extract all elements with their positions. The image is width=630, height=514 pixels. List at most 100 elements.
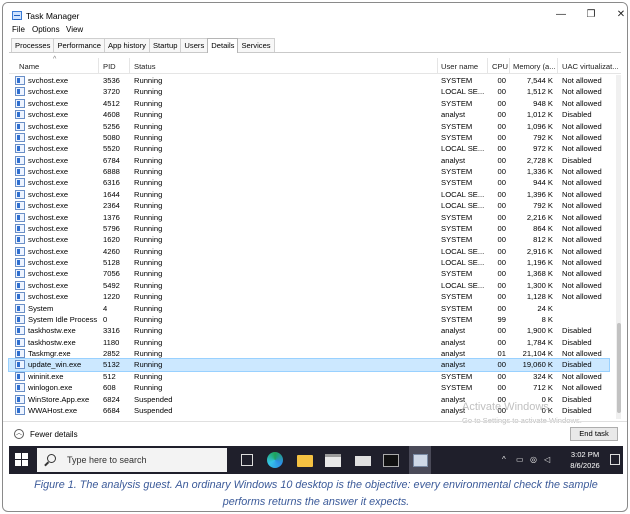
windows-start-icon[interactable] xyxy=(15,453,28,466)
table-row[interactable]: svchost.exe 5796 Running SYSTEM 00 864 K Not a… xyxy=(9,223,609,234)
chevron-up-icon[interactable]: ︿ xyxy=(14,429,24,439)
cpu-cell: 00 xyxy=(497,258,506,267)
task-manager-taskbar-icon[interactable] xyxy=(409,446,431,474)
mail-icon[interactable] xyxy=(355,456,371,466)
minimize-button[interactable]: — xyxy=(546,7,576,23)
tab-services[interactable]: Services xyxy=(237,38,275,52)
globe-icon[interactable]: ◎ xyxy=(530,455,537,464)
process-name-cell: svchost.exe xyxy=(28,269,69,279)
status-cell: Running xyxy=(134,337,163,347)
fewer-details-link[interactable]: Fewer details xyxy=(30,430,78,439)
table-row[interactable]: svchost.exe 4260 Running LOCAL SE... 00 2,916… xyxy=(9,246,609,257)
network-icon[interactable]: ▭ xyxy=(516,455,524,464)
user-cell: LOCAL SE... xyxy=(441,280,485,290)
table-row[interactable]: update_win.exe 5132 Running analyst 00 19,060… xyxy=(8,358,610,372)
table-row[interactable]: svchost.exe 1620 Running SYSTEM 00 812 K Not a… xyxy=(9,234,609,245)
tab-users[interactable]: Users xyxy=(180,38,209,52)
pid-cell: 1620 xyxy=(103,235,120,245)
menu-options[interactable]: Options xyxy=(32,25,60,34)
column-divider[interactable] xyxy=(557,58,558,74)
menu-file[interactable]: File xyxy=(12,25,25,34)
table-row[interactable]: System 4 Running SYSTEM 00 24 K xyxy=(9,303,609,314)
edge-browser-icon[interactable] xyxy=(267,452,283,468)
table-row[interactable]: svchost.exe 4608 Running analyst 00 1,012 K Di… xyxy=(9,109,609,120)
table-row[interactable]: svchost.exe 1644 Running LOCAL SE... 00 1,396… xyxy=(9,189,609,200)
taskbar-search-box[interactable]: Type here to search xyxy=(37,448,227,472)
user-cell: analyst xyxy=(441,337,466,347)
table-row[interactable]: svchost.exe 5492 Running LOCAL SE... 00 1,300… xyxy=(9,280,609,291)
volume-icon[interactable]: ◁ xyxy=(544,455,550,464)
table-row[interactable]: svchost.exe 6316 Running SYSTEM 00 944 K Not a… xyxy=(9,177,609,188)
cpu-cell: 01 xyxy=(497,349,506,358)
uac-cell: Not allowed xyxy=(562,121,602,131)
command-prompt-icon[interactable] xyxy=(383,454,399,467)
file-explorer-icon[interactable] xyxy=(297,455,313,467)
column-divider[interactable] xyxy=(129,58,130,74)
pid-cell: 1644 xyxy=(103,189,120,199)
close-button[interactable]: ✕ xyxy=(606,7,627,23)
column-header-pid[interactable]: PID xyxy=(103,62,116,71)
status-cell: Suspended xyxy=(134,405,173,415)
tab-processes[interactable]: Processes xyxy=(11,38,55,52)
table-row[interactable]: svchost.exe 1376 Running SYSTEM 00 2,216 K Not… xyxy=(9,212,609,223)
column-divider[interactable] xyxy=(487,58,488,74)
column-header-status[interactable]: Status xyxy=(134,62,156,71)
table-row[interactable]: wininit.exe 512 Running SYSTEM 00 324 K Not al… xyxy=(9,371,609,382)
column-header-uac[interactable]: UAC virtualizat... xyxy=(562,62,619,71)
table-row[interactable]: System Idle Process 0 Running SYSTEM 99 8 K xyxy=(9,314,609,325)
table-row[interactable]: svchost.exe 5128 Running LOCAL SE... 00 1,196… xyxy=(9,257,609,268)
pid-cell: 4260 xyxy=(103,246,120,256)
tab-details[interactable]: Details xyxy=(207,38,239,53)
table-row[interactable]: svchost.exe 1220 Running SYSTEM 00 1,128 K Not… xyxy=(9,291,609,302)
process-name-cell: System xyxy=(28,303,54,313)
table-row[interactable]: svchost.exe 6784 Running analyst 00 2,728 K Di… xyxy=(9,155,609,166)
notification-icon[interactable] xyxy=(610,454,620,465)
menu-view[interactable]: View xyxy=(66,25,83,34)
table-row[interactable]: svchost.exe 5520 Running LOCAL SE... 00 972 K… xyxy=(9,143,609,154)
table-row[interactable]: svchost.exe 3536 Running SYSTEM 00 7,544 K Not… xyxy=(9,75,609,86)
end-task-button[interactable]: End task xyxy=(570,427,618,441)
column-header-name[interactable]: Name xyxy=(19,62,39,71)
tab-startup[interactable]: Startup xyxy=(148,38,182,52)
clock-date[interactable]: 8/6/2026 xyxy=(565,461,605,470)
table-row[interactable]: winlogon.exe 608 Running SYSTEM 00 712 K Not a… xyxy=(9,382,609,393)
tab-performance[interactable]: Performance xyxy=(53,38,105,52)
store-icon[interactable] xyxy=(325,454,341,467)
table-row[interactable]: taskhostw.exe 1180 Running analyst 00 1,784 K… xyxy=(9,337,609,348)
table-row[interactable]: svchost.exe 6888 Running SYSTEM 00 1,336 K Not… xyxy=(9,166,609,177)
status-cell: Running xyxy=(134,189,163,199)
column-header-user[interactable]: User name xyxy=(441,62,478,71)
pid-cell: 5128 xyxy=(103,258,120,267)
column-header-cpu[interactable]: CPU xyxy=(492,62,508,71)
table-row[interactable]: svchost.exe 7056 Running SYSTEM 00 1,368 K Not… xyxy=(9,268,609,279)
table-row[interactable]: svchost.exe 5080 Running SYSTEM 00 792 K Not a… xyxy=(9,132,609,143)
sort-caret-icon: ^ xyxy=(53,56,57,63)
process-icon xyxy=(15,326,25,336)
pid-cell: 2852 xyxy=(103,349,120,358)
table-row[interactable]: svchost.exe 3720 Running LOCAL SE... 00 1,512… xyxy=(9,86,609,97)
cpu-cell: 00 xyxy=(497,360,506,370)
process-name-cell: svchost.exe xyxy=(28,87,69,97)
scrollbar-thumb[interactable] xyxy=(617,323,621,413)
memory-cell: 2,728 K xyxy=(526,155,553,165)
task-view-icon[interactable] xyxy=(241,454,253,466)
tray-chevron-icon[interactable]: ^ xyxy=(502,455,506,464)
table-row[interactable]: svchost.exe 5256 Running SYSTEM 00 1,096 K Not… xyxy=(9,121,609,132)
column-divider[interactable] xyxy=(98,58,99,74)
cpu-cell: 00 xyxy=(497,110,506,120)
pid-cell: 6784 xyxy=(103,155,120,165)
table-row[interactable]: Taskmgr.exe 2852 Running analyst 01 21,104 K N… xyxy=(9,348,609,359)
process-name-cell: svchost.exe xyxy=(28,223,69,233)
column-divider[interactable] xyxy=(509,58,510,74)
process-icon xyxy=(15,337,25,347)
memory-cell: 864 K xyxy=(533,223,553,233)
clock-time[interactable]: 3:02 PM xyxy=(565,450,605,459)
status-cell: Running xyxy=(134,223,163,233)
tab-app-history[interactable]: App history xyxy=(103,38,150,52)
table-row[interactable]: svchost.exe 4512 Running SYSTEM 00 948 K Not a… xyxy=(9,98,609,109)
table-row[interactable]: taskhostw.exe 3316 Running analyst 00 1,900 K… xyxy=(9,325,609,336)
column-divider[interactable] xyxy=(437,58,438,74)
restore-button[interactable]: ❐ xyxy=(576,7,606,23)
column-header-memory[interactable]: Memory (a... xyxy=(513,62,556,71)
table-row[interactable]: svchost.exe 2364 Running LOCAL SE... 00 792 K… xyxy=(9,200,609,211)
